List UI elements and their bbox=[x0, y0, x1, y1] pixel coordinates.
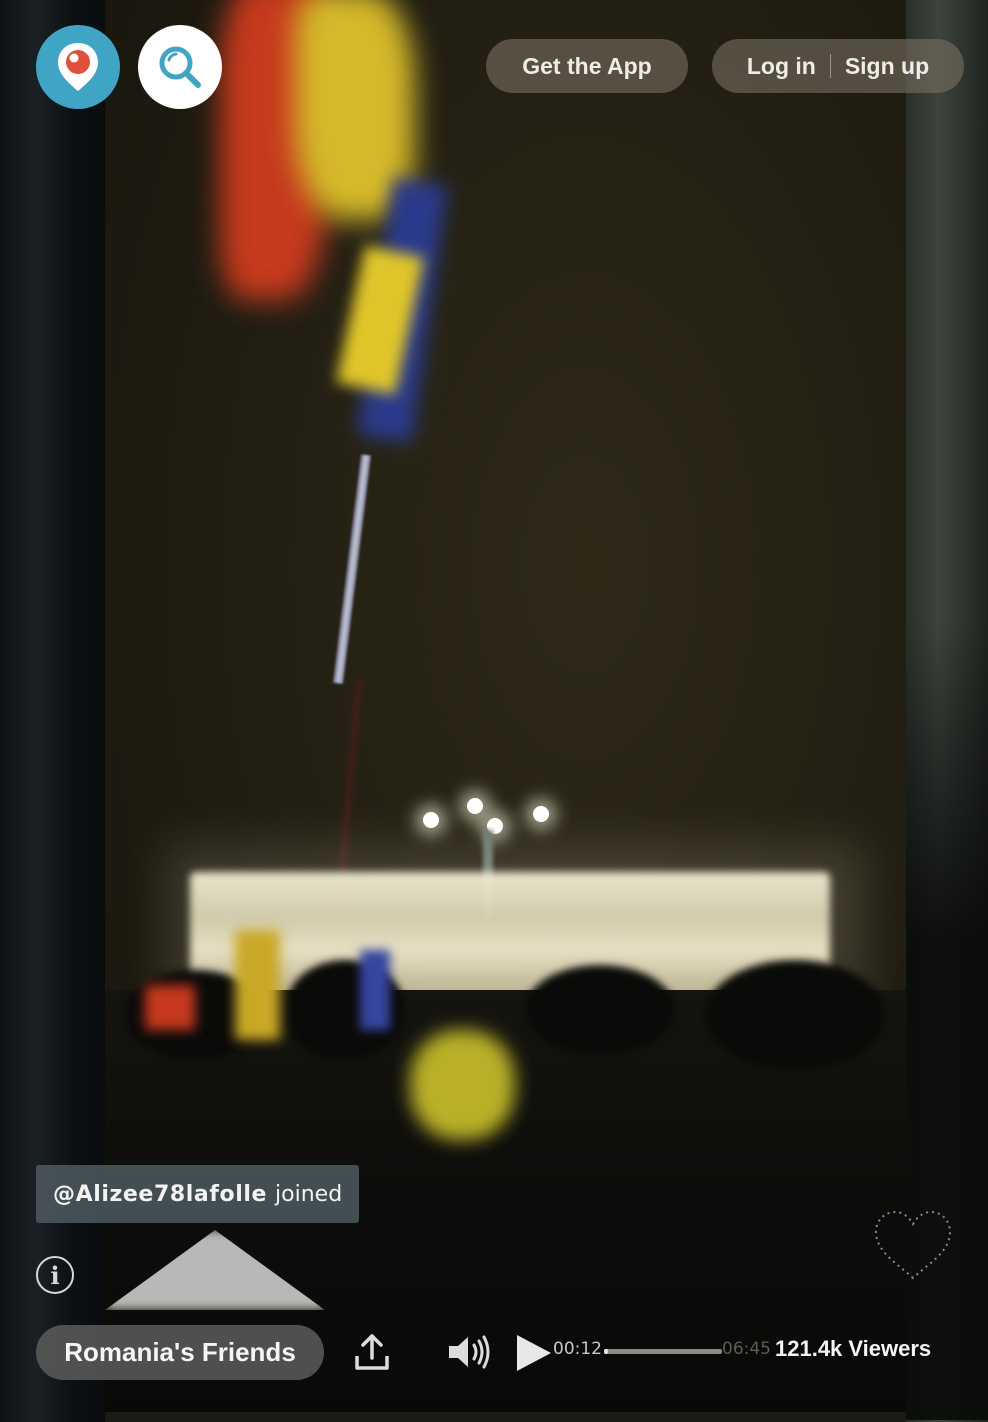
channel-name-button[interactable]: Romania's Friends bbox=[36, 1325, 324, 1380]
periscope-pin-icon bbox=[58, 43, 98, 91]
playback-progress-bar[interactable] bbox=[604, 1349, 722, 1354]
video-flag-small bbox=[145, 985, 195, 1030]
notification-verb: joined bbox=[275, 1181, 343, 1207]
get-the-app-button[interactable]: Get the App bbox=[486, 39, 688, 93]
video-flagpole bbox=[333, 454, 371, 684]
signup-link[interactable]: Sign up bbox=[845, 53, 929, 80]
login-link[interactable]: Log in bbox=[747, 53, 816, 80]
info-icon[interactable]: i bbox=[36, 1256, 74, 1294]
play-icon[interactable] bbox=[515, 1333, 553, 1373]
notification-username: @Alizee78lafolle bbox=[53, 1181, 268, 1207]
search-button[interactable] bbox=[138, 25, 222, 109]
video-flag-small bbox=[360, 950, 390, 1030]
search-icon bbox=[159, 46, 201, 88]
total-time: 06:45 bbox=[722, 1339, 771, 1359]
viewer-count: 121.4k Viewers bbox=[775, 1336, 932, 1361]
volume-icon[interactable] bbox=[446, 1332, 494, 1372]
share-icon[interactable] bbox=[352, 1332, 392, 1372]
video-flag-small bbox=[235, 930, 280, 1040]
auth-divider bbox=[829, 54, 831, 78]
current-time: 00:12 bbox=[553, 1339, 602, 1359]
heart-icon[interactable] bbox=[868, 1206, 958, 1286]
periscope-logo-button[interactable] bbox=[36, 25, 120, 109]
video-yellow-hood bbox=[410, 1030, 515, 1140]
auth-pill: Log in Sign up bbox=[712, 39, 964, 93]
join-notification: @Alizee78lafolle joined bbox=[36, 1165, 360, 1223]
playback-progress-fill bbox=[604, 1349, 608, 1354]
